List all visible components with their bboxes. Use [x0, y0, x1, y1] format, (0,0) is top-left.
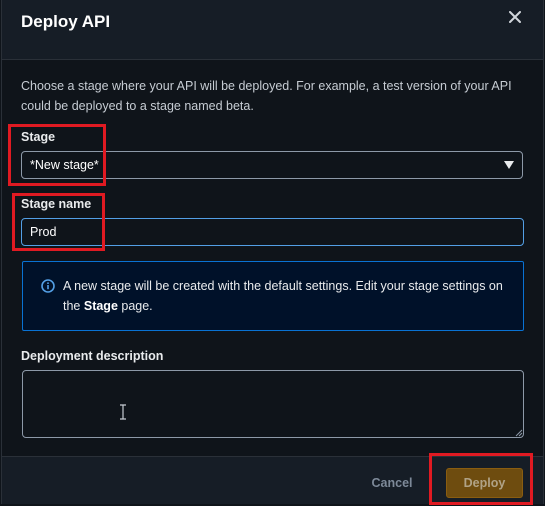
deployment-description-input[interactable] [22, 370, 524, 438]
info-text-part: page. [117, 299, 153, 313]
cancel-button[interactable]: Cancel [362, 473, 422, 493]
stage-select[interactable]: *New stage* [21, 151, 523, 179]
close-button[interactable] [505, 6, 525, 28]
deploy-button[interactable]: Deploy [446, 468, 523, 498]
info-text: A new stage will be created with the def… [63, 276, 515, 316]
stage-name-input[interactable] [21, 218, 524, 246]
resize-grip-icon[interactable] [514, 428, 523, 437]
deployment-description-label: Deployment description [21, 349, 164, 363]
info-alert: A new stage will be created with the def… [22, 261, 524, 331]
caret-down-icon [504, 161, 514, 169]
stage-name-label: Stage name [21, 197, 92, 211]
dialog-description: Choose a stage where your API will be de… [21, 79, 512, 113]
dialog-footer: Cancel Deploy [2, 456, 543, 504]
text-cursor-icon [120, 404, 126, 420]
stage-label: Stage [21, 130, 56, 144]
info-icon [41, 279, 55, 293]
dialog-title: Deploy API [21, 12, 111, 31]
info-stage-link-text: Stage [83, 299, 118, 313]
stage-select-value: *New stage* [30, 158, 99, 172]
dialog-header: Deploy API [2, 0, 543, 60]
deploy-api-dialog: Deploy API Choose a stage where your API… [1, 0, 544, 504]
close-icon [509, 11, 521, 23]
